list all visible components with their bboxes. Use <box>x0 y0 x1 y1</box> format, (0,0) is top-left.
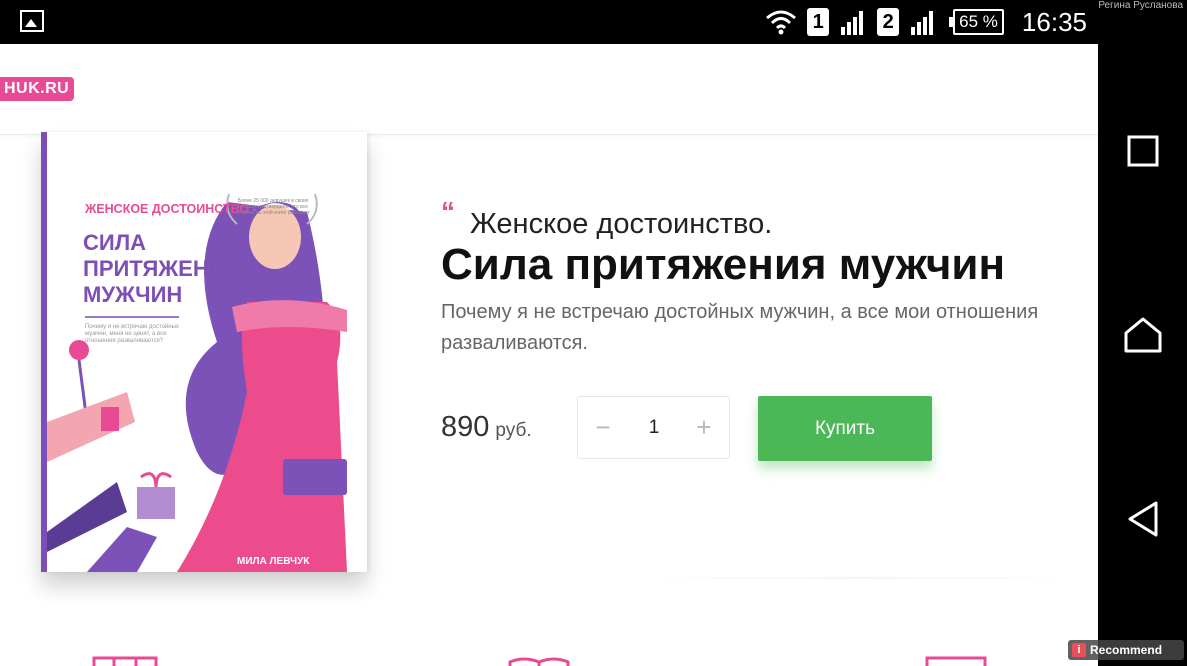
quantity-stepper[interactable]: − 1 + <box>577 396 730 459</box>
quote-mark: “ <box>441 196 455 227</box>
book-icon <box>508 657 570 666</box>
buy-button[interactable]: Купить <box>758 396 932 461</box>
price-currency: руб. <box>495 420 532 441</box>
status-bar: 1 2 65 % 16:35 Регина Русланова <box>0 0 1187 44</box>
buy-button-label: Купить <box>814 418 876 439</box>
product-title: Сила притяжения мужчин <box>441 240 1006 289</box>
back-button[interactable] <box>1124 500 1162 538</box>
clock: 16:35 <box>1021 6 1087 37</box>
book-title-line: МУЖЧИН <box>83 282 183 307</box>
quantity-plus-button[interactable]: + <box>694 414 714 440</box>
watermark-user: Регина Русланова <box>1098 0 1183 11</box>
signal-icon <box>911 11 934 35</box>
battery-level: 65 % <box>959 12 998 31</box>
web-content: HUK.RU ЖЕНСКОЕ ДОСТОИНСТВО - СИЛА ПРИТЯЖ… <box>0 44 1098 666</box>
book-pretitle: ЖЕНСКОЕ ДОСТОИНСТВО - <box>85 202 257 216</box>
product-subtitle: Женское достоинство. <box>470 208 773 240</box>
recommend-label: Recommend <box>1090 643 1163 657</box>
site-header: HUK.RU <box>0 44 1098 135</box>
book-illustration <box>47 193 347 572</box>
quantity-minus-button[interactable]: − <box>593 414 613 440</box>
product-price: 890 руб. <box>441 411 532 444</box>
price-value: 890 <box>441 411 490 443</box>
product-description: Почему я не встречаю достойных мужчин, а… <box>441 301 1039 354</box>
wifi-icon <box>766 10 797 35</box>
recent-apps-icon <box>1127 135 1159 167</box>
quantity-value[interactable]: 1 <box>638 417 670 439</box>
signal-icon <box>841 11 864 35</box>
book-description: Почему я не встречаю достойных мужчин, м… <box>85 324 179 344</box>
book-title-line: СИЛА <box>83 230 147 255</box>
home-button[interactable] <box>1124 316 1162 354</box>
battery-icon: 65 % <box>949 9 1004 35</box>
document-icon <box>925 656 987 666</box>
book-title: СИЛА ПРИТЯЖЕНИЯ МУЖЧИН <box>83 230 240 308</box>
book-cover: ЖЕНСКОЕ ДОСТОИНСТВО - СИЛА ПРИТЯЖЕНИЯ МУ… <box>41 132 367 572</box>
sim1-icon: 1 <box>807 8 830 36</box>
status-icons: 1 2 65 % 16:35 <box>765 6 1087 38</box>
section-divider <box>630 577 1090 579</box>
recommend-badge: i Recommend <box>1068 640 1184 660</box>
recommend-logo-icon: i <box>1072 643 1086 657</box>
book-divider <box>85 316 179 318</box>
calendar-icon <box>92 656 158 666</box>
book-title-line: ПРИТЯЖЕНИЯ <box>83 256 241 281</box>
sim2-icon: 2 <box>877 8 900 36</box>
back-icon <box>1128 501 1158 537</box>
navigation-bar <box>1098 44 1187 666</box>
book-badge: Более 25 000 девушек в своих отзывах под… <box>236 198 310 216</box>
book-author: МИЛА ЛЕВЧУК <box>237 556 310 567</box>
home-icon <box>1124 317 1162 353</box>
site-logo[interactable]: HUK.RU <box>0 77 75 101</box>
gallery-icon <box>20 10 44 32</box>
recent-apps-button[interactable] <box>1124 132 1162 170</box>
